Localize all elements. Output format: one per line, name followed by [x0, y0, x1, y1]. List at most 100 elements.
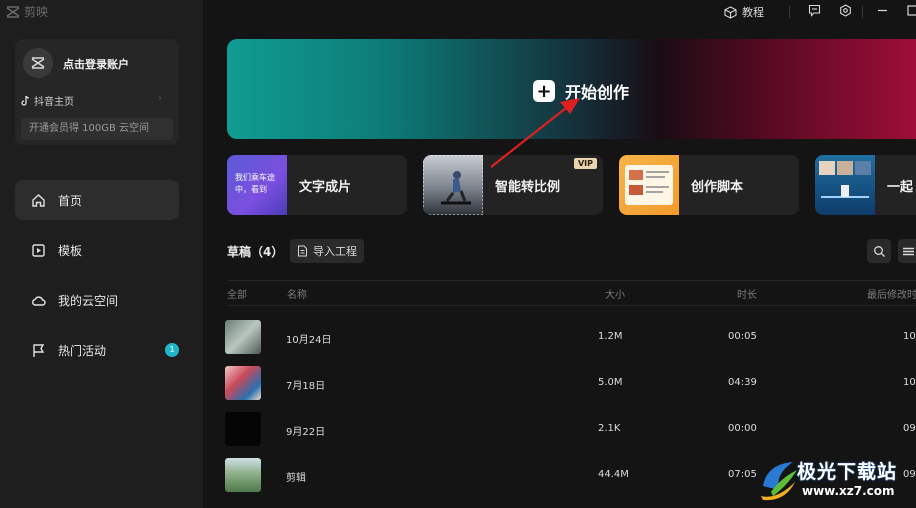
douyin-homepage-link[interactable]: 抖音主页 › — [21, 93, 162, 108]
maximize-icon — [907, 5, 916, 16]
script-preview-image — [625, 165, 673, 205]
capcut-logo-icon — [6, 5, 20, 18]
column-all[interactable]: 全部 — [227, 286, 247, 301]
tool-card-text-to-video[interactable]: 我们乘车途中，看到 文字成片 — [227, 155, 407, 215]
table-row[interactable]: 10月24日 1.2M 00:05 10 — [225, 320, 916, 356]
watermark-logo-icon — [761, 462, 797, 501]
feedback-icon — [808, 4, 821, 17]
app-title: 剪映 — [6, 3, 48, 20]
member-upgrade-button[interactable]: 开通会员得 100GB 云空间 — [21, 118, 173, 140]
meeting-preview-image — [819, 161, 871, 198]
sidebar-item-templates[interactable]: 模板 — [15, 230, 179, 270]
vip-badge: VIP — [573, 158, 597, 169]
search-button[interactable] — [867, 239, 891, 263]
sidebar-item-label: 模板 — [58, 243, 83, 258]
watermark: 极光下载站 www.xz7.com — [757, 454, 916, 508]
draft-name: 10月24日 — [286, 335, 332, 346]
draft-thumbnail — [225, 366, 261, 400]
home-icon — [32, 193, 45, 207]
divider — [789, 6, 790, 18]
minimize-button[interactable] — [876, 4, 889, 17]
document-icon — [298, 245, 307, 257]
skater-image — [423, 155, 484, 215]
settings-button[interactable] — [839, 4, 852, 17]
thumbnail-caption: 我们乘车途中，看到 — [235, 173, 275, 194]
list-view-button[interactable] — [898, 239, 916, 263]
list-view-icon — [902, 247, 914, 255]
watermark-text: 极光下载站 — [797, 461, 898, 483]
tool-label: 智能转比例 — [495, 179, 561, 195]
maximize-button[interactable] — [906, 4, 916, 17]
text-to-video-thumbnail: 我们乘车途中，看到 — [227, 155, 287, 215]
account-card[interactable]: 点击登录账户 抖音主页 › 开通会员得 100GB 云空间 — [15, 39, 179, 145]
sidebar-item-cloud[interactable]: 我的云空间 — [15, 280, 179, 320]
draft-duration: 07:05 — [728, 469, 757, 480]
sidebar-item-home[interactable]: 首页 — [15, 180, 179, 220]
draft-size: 2.1K — [598, 423, 621, 434]
draft-size: 5.0M — [598, 377, 623, 388]
gear-icon — [840, 4, 851, 17]
sidebar-item-label: 首页 — [58, 193, 83, 208]
draft-duration: 00:00 — [728, 423, 757, 434]
tool-label: 创作脚本 — [691, 179, 744, 195]
notification-badge: 1 — [165, 343, 179, 357]
login-link[interactable]: 点击登录账户 — [63, 56, 129, 72]
title-bar: 教程 — [203, 0, 916, 24]
draft-name: 7月18日 — [286, 381, 326, 392]
feedback-button[interactable] — [808, 4, 821, 17]
cube-icon — [724, 5, 737, 19]
douyin-label: 抖音主页 — [34, 97, 74, 108]
tool-card-script[interactable]: 创作脚本 — [619, 155, 799, 215]
divider — [862, 6, 863, 18]
template-icon — [32, 243, 45, 257]
tool-label: 文字成片 — [299, 179, 352, 195]
chevron-right-icon: › — [158, 93, 162, 104]
sidebar-item-label: 热门活动 — [58, 343, 107, 358]
plus-icon: + — [533, 80, 555, 102]
table-row[interactable]: 9月22日 2.1K 00:00 09 — [225, 412, 916, 448]
tutorial-button[interactable]: 教程 — [724, 4, 764, 20]
tool-card-smart-ratio[interactable]: 智能转比例 VIP — [423, 155, 603, 215]
draft-size: 1.2M — [598, 331, 623, 342]
start-creating-label: 开始创作 — [565, 83, 630, 102]
tool-card-together[interactable]: 一起 — [815, 155, 916, 215]
drafts-title: 草稿（4） — [227, 245, 284, 259]
minimize-icon — [878, 9, 887, 12]
column-modified[interactable]: 最后修改时 — [867, 286, 916, 301]
import-project-button[interactable]: 导入工程 — [290, 239, 364, 263]
drafts-table-header: 全部 名称 大小 时长 最后修改时 — [227, 280, 916, 306]
draft-duration: 04:39 — [728, 377, 757, 388]
draft-modified: 10 — [903, 377, 916, 388]
draft-thumbnail — [225, 412, 261, 446]
script-thumbnail — [619, 155, 679, 215]
tool-label: 一起 — [887, 179, 914, 195]
smart-ratio-thumbnail — [423, 155, 484, 215]
app-title-text: 剪映 — [24, 5, 49, 19]
sidebar-item-events[interactable]: 热门活动 1 — [15, 330, 179, 370]
column-name[interactable]: 名称 — [287, 286, 307, 301]
tutorial-label: 教程 — [742, 6, 764, 19]
avatar[interactable] — [23, 48, 53, 78]
draft-duration: 00:05 — [728, 331, 757, 342]
draft-size: 44.4M — [598, 469, 629, 480]
start-creating-banner[interactable]: + 开始创作 — [227, 39, 916, 139]
sidebar: 剪映 点击登录账户 抖音主页 › 开通会员得 100GB 云空间 首页 模板 我… — [0, 0, 203, 508]
draft-name: 剪辑 — [286, 473, 306, 484]
table-row[interactable]: 7月18日 5.0M 04:39 10 — [225, 366, 916, 402]
search-icon — [873, 245, 885, 257]
capcut-logo-icon — [31, 57, 45, 69]
cloud-icon — [32, 295, 46, 306]
draft-name: 9月22日 — [286, 427, 326, 438]
column-size[interactable]: 大小 — [605, 286, 625, 301]
column-duration[interactable]: 时长 — [737, 286, 757, 301]
draft-modified: 09 — [903, 423, 916, 434]
start-creating-button[interactable]: + 开始创作 — [533, 79, 629, 103]
together-thumbnail — [815, 155, 875, 215]
watermark-url: www.xz7.com — [802, 484, 895, 498]
import-project-label: 导入工程 — [313, 245, 357, 258]
draft-modified: 10 — [903, 331, 916, 342]
sidebar-item-label: 我的云空间 — [58, 293, 119, 308]
flag-icon — [33, 343, 45, 357]
tiktok-icon — [21, 95, 30, 106]
draft-thumbnail — [225, 458, 261, 492]
